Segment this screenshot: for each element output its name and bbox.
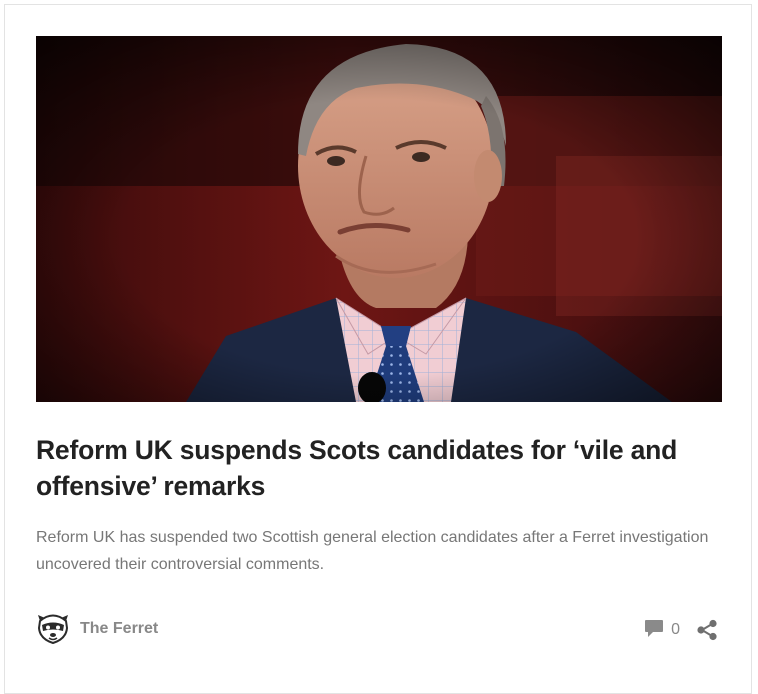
featured-image[interactable] [36, 36, 722, 402]
share-icon[interactable] [696, 619, 718, 641]
comment-bubble-icon[interactable] [644, 618, 664, 643]
author-name[interactable]: The Ferret [80, 620, 158, 638]
comment-count[interactable]: 0 [671, 621, 680, 639]
post-author[interactable]: The Ferret [36, 612, 158, 646]
post-meta-actions: 0 [644, 618, 718, 642]
post-title[interactable]: Reform UK suspends Scots candidates for … [36, 432, 696, 504]
comments-link[interactable]: 0 [644, 618, 680, 643]
post-excerpt: Reform UK has suspended two Scottish gen… [36, 529, 709, 573]
ferret-logo-icon[interactable] [36, 612, 70, 646]
